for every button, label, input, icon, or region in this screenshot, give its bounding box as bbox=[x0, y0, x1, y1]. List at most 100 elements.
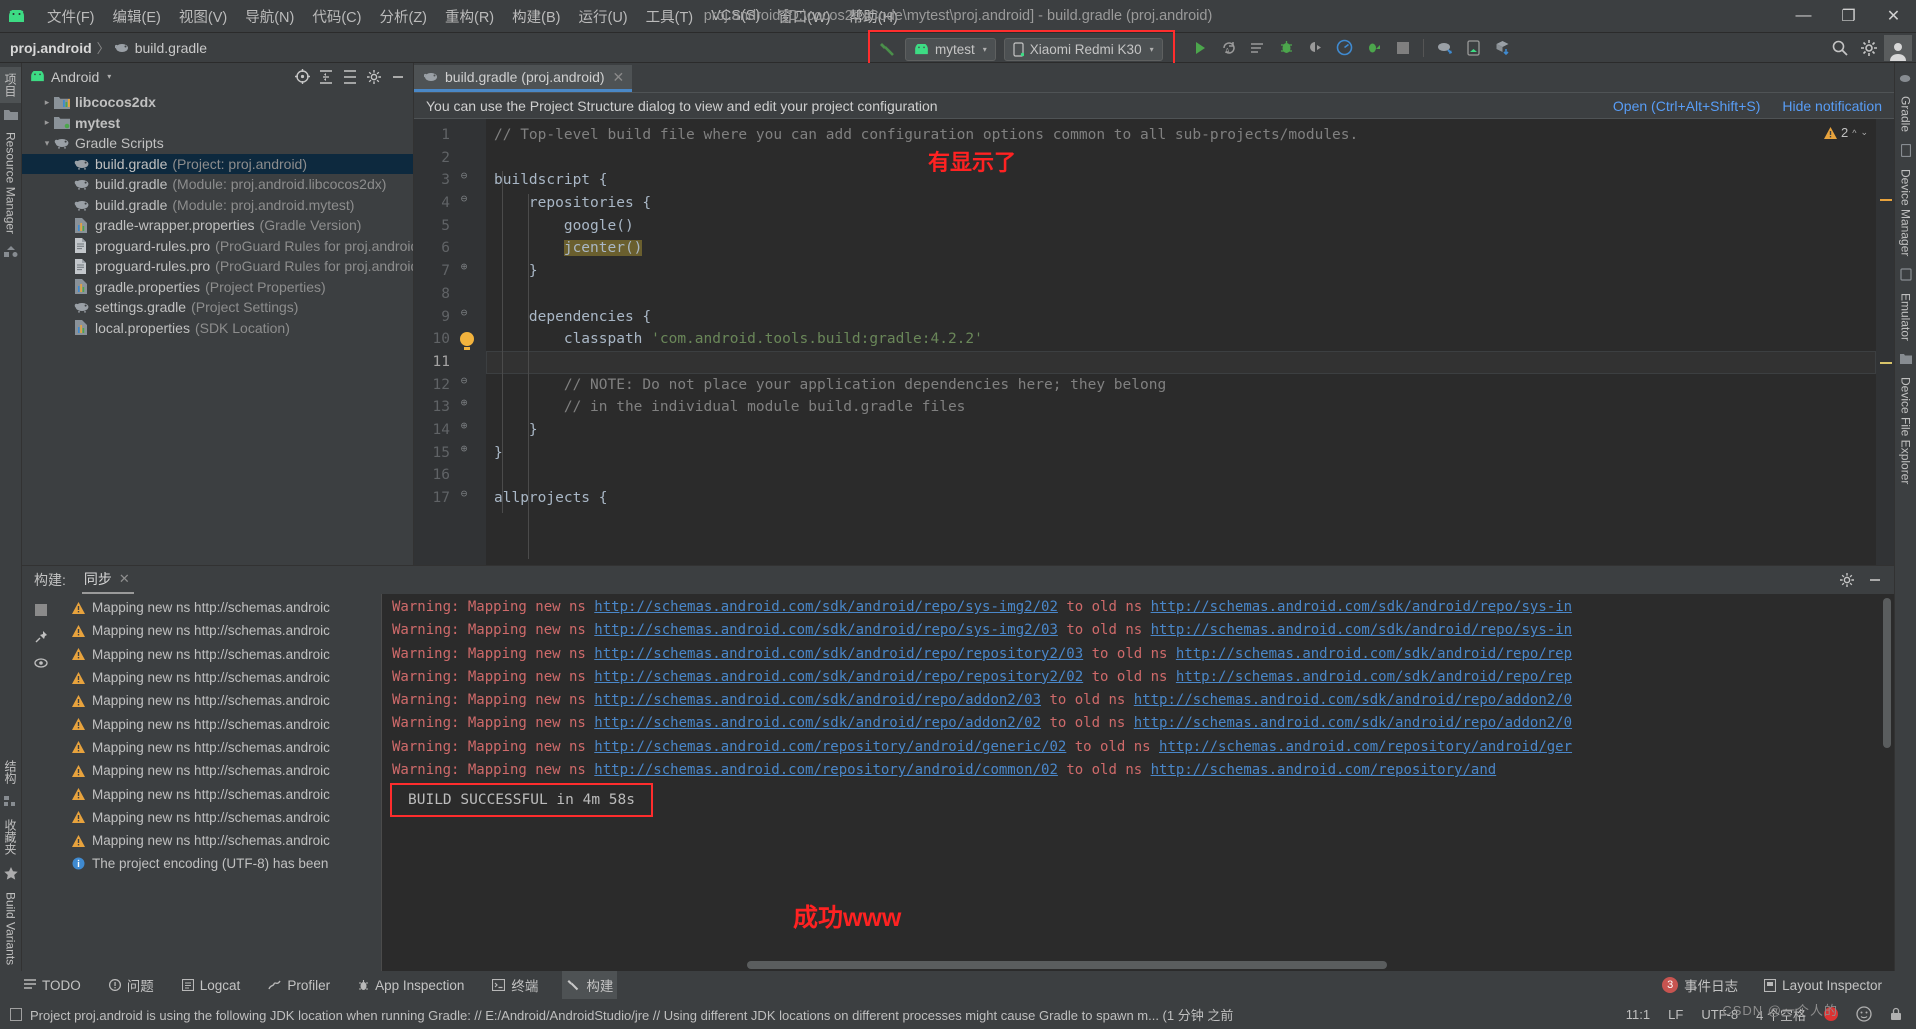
log-url-link[interactable]: http://schemas.android.com/repository/an… bbox=[594, 739, 1066, 755]
status-tab-layout-inspector[interactable]: Layout Inspector bbox=[1760, 971, 1886, 999]
build-panel-tab-sync[interactable]: 同步 ✕ bbox=[81, 566, 134, 594]
code-line[interactable]: jcenter() bbox=[486, 237, 1876, 260]
breadcrumb-file[interactable]: build.gradle bbox=[135, 40, 207, 56]
hide-panel-icon[interactable] bbox=[1864, 569, 1886, 591]
build-event-row[interactable]: Mapping new ns http://schemas.androic bbox=[60, 736, 381, 759]
avd-manager-icon[interactable] bbox=[1460, 35, 1487, 60]
star-icon[interactable] bbox=[3, 866, 18, 880]
status-tab-profiler[interactable]: Profiler bbox=[264, 971, 334, 999]
file-explorer-icon[interactable] bbox=[1899, 353, 1912, 365]
project-tree-item[interactable]: settings.gradle (Project Settings) bbox=[22, 297, 413, 318]
search-icon[interactable] bbox=[1826, 35, 1853, 60]
status-tab-terminal[interactable]: 终端 bbox=[488, 971, 542, 999]
hide-panel-icon[interactable] bbox=[387, 66, 409, 88]
code-line[interactable] bbox=[486, 350, 1876, 374]
status-tab-app-inspection[interactable]: App Inspection bbox=[354, 971, 468, 999]
lock-icon[interactable] bbox=[1890, 1007, 1902, 1021]
build-event-row[interactable]: Mapping new ns http://schemas.androic bbox=[60, 596, 381, 619]
status-tab-problems[interactable]: 问题 bbox=[105, 971, 158, 999]
pin-icon[interactable] bbox=[34, 630, 48, 644]
inspection-warning-badge[interactable]: 2 ^ ⌄ bbox=[1823, 125, 1868, 140]
settings-gear-icon[interactable] bbox=[1855, 35, 1882, 60]
tool-window-favorites[interactable]: 收藏夹 bbox=[0, 813, 21, 861]
profiler-icon[interactable] bbox=[1331, 35, 1358, 60]
build-event-row[interactable]: Mapping new ns http://schemas.androic bbox=[60, 782, 381, 805]
tool-window-emulator[interactable]: Emulator bbox=[1897, 287, 1915, 347]
menu-view[interactable]: 视图(V) bbox=[170, 2, 236, 31]
menu-help[interactable]: 帮助(H) bbox=[840, 2, 907, 31]
build-hammer-icon[interactable] bbox=[878, 40, 897, 59]
console-vscrollbar[interactable] bbox=[1883, 598, 1891, 748]
fold-collapse-icon[interactable]: ⊖ bbox=[458, 306, 470, 319]
structure-icon[interactable] bbox=[4, 795, 17, 807]
status-tab-build-hammer[interactable]: 构建 bbox=[562, 971, 618, 999]
breadcrumb-root[interactable]: proj.android bbox=[10, 40, 92, 56]
tool-window-device-manager[interactable]: Device Manager bbox=[1897, 163, 1915, 262]
settings-gear-icon[interactable] bbox=[1836, 569, 1858, 591]
project-view-name[interactable]: Android bbox=[51, 69, 99, 85]
chevron-down-icon[interactable]: ▾ bbox=[40, 138, 54, 149]
code-line[interactable]: // in the individual module build.gradle… bbox=[486, 396, 1876, 419]
menu-analyze[interactable]: 分析(Z) bbox=[370, 2, 436, 31]
collapse-all-icon[interactable] bbox=[339, 66, 361, 88]
minimize-button[interactable]: — bbox=[1781, 0, 1826, 33]
menu-edit[interactable]: 编辑(E) bbox=[104, 2, 170, 31]
fold-collapse-icon[interactable]: ⊖ bbox=[458, 487, 470, 500]
build-event-row[interactable]: Mapping new ns http://schemas.androic bbox=[60, 643, 381, 666]
log-url-link[interactable]: http://schemas.android.com/sdk/android/r… bbox=[1151, 622, 1572, 638]
code-line[interactable]: classpath 'com.android.tools.build:gradl… bbox=[486, 328, 1876, 351]
fold-collapse-icon[interactable]: ⊖ bbox=[458, 374, 470, 387]
build-event-row[interactable]: The project encoding (UTF-8) has been bbox=[60, 852, 381, 875]
marker-caret[interactable] bbox=[1880, 362, 1892, 364]
fold-collapse-icon[interactable]: ⊖ bbox=[458, 192, 470, 205]
log-url-link[interactable]: http://schemas.android.com/sdk/android/r… bbox=[594, 622, 1058, 638]
project-tree-item[interactable]: build.gradle (Project: proj.android) bbox=[22, 153, 413, 174]
profile-app-icon[interactable] bbox=[1360, 35, 1387, 60]
project-tree-item[interactable]: local.properties (SDK Location) bbox=[22, 318, 413, 339]
select-opened-file-icon[interactable] bbox=[291, 66, 313, 88]
close-icon[interactable]: ✕ bbox=[119, 571, 130, 587]
log-url-link[interactable]: http://schemas.android.com/sdk/android/r… bbox=[1176, 669, 1572, 685]
chevron-right-icon[interactable]: ▸ bbox=[40, 97, 54, 108]
inspection-face-icon[interactable] bbox=[1856, 1006, 1872, 1022]
log-url-link[interactable]: http://schemas.android.com/sdk/android/r… bbox=[594, 646, 1083, 662]
code-line[interactable]: } bbox=[486, 442, 1876, 465]
caret-position[interactable]: 11:1 bbox=[1626, 1007, 1650, 1022]
project-tree-item[interactable]: ▸ libcocos2dx bbox=[22, 92, 413, 113]
chevron-down-icon[interactable]: ▾ bbox=[107, 72, 111, 81]
eye-filter-icon[interactable] bbox=[33, 658, 49, 669]
tool-window-resource-manager[interactable]: Resource Manager bbox=[2, 126, 20, 240]
log-url-link[interactable]: http://schemas.android.com/sdk/android/r… bbox=[594, 669, 1083, 685]
sync-gradle-icon[interactable] bbox=[1431, 35, 1458, 60]
marker-warning[interactable] bbox=[1880, 199, 1892, 201]
device-selector[interactable]: Xiaomi Redmi K30 ▾ bbox=[1003, 37, 1163, 61]
gradle-elephant-icon[interactable] bbox=[1899, 73, 1912, 84]
tool-window-gradle[interactable]: Gradle bbox=[1897, 90, 1915, 138]
build-event-row[interactable]: Mapping new ns http://schemas.androic bbox=[60, 666, 381, 689]
build-output-console[interactable]: Warning: Mapping new ns http://schemas.a… bbox=[382, 594, 1894, 971]
status-tab-todo[interactable]: TODO bbox=[20, 971, 85, 999]
build-event-row[interactable]: Mapping new ns http://schemas.androic bbox=[60, 712, 381, 735]
build-event-row[interactable]: Mapping new ns http://schemas.androic bbox=[60, 689, 381, 712]
fold-expand-icon[interactable]: ⊕ bbox=[458, 442, 470, 455]
run-with-coverage-icon[interactable] bbox=[1244, 35, 1271, 60]
tool-window-project[interactable]: 项目 bbox=[0, 67, 21, 103]
tool-window-build-variants[interactable]: Build Variants bbox=[2, 886, 20, 971]
console-hscrollbar[interactable] bbox=[747, 961, 1870, 969]
maximize-button[interactable]: ❐ bbox=[1826, 0, 1871, 33]
log-url-link[interactable]: http://schemas.android.com/sdk/android/r… bbox=[594, 599, 1058, 615]
menu-navigate[interactable]: 导航(N) bbox=[236, 2, 303, 31]
hide-notification-link[interactable]: Hide notification bbox=[1782, 98, 1882, 114]
log-url-link[interactable]: http://schemas.android.com/repository/an… bbox=[594, 762, 1058, 778]
open-project-structure-link[interactable]: Open (Ctrl+Alt+Shift+S) bbox=[1613, 98, 1760, 114]
fold-expand-icon[interactable]: ⊕ bbox=[458, 419, 470, 432]
build-event-row[interactable]: Mapping new ns http://schemas.androic bbox=[60, 829, 381, 852]
account-avatar-icon[interactable] bbox=[1884, 34, 1912, 61]
project-tree-item[interactable]: build.gradle (Module: proj.android.mytest… bbox=[22, 195, 413, 216]
menu-run[interactable]: 运行(U) bbox=[569, 2, 636, 31]
folder-icon[interactable] bbox=[3, 109, 18, 120]
code-line[interactable]: allprojects { bbox=[486, 487, 1876, 510]
tool-window-device-file-explorer[interactable]: Device File Explorer bbox=[1897, 371, 1915, 490]
apply-changes-icon[interactable]: A bbox=[1215, 35, 1242, 60]
project-tree-item[interactable]: build.gradle (Module: proj.android.libcoc… bbox=[22, 174, 413, 195]
